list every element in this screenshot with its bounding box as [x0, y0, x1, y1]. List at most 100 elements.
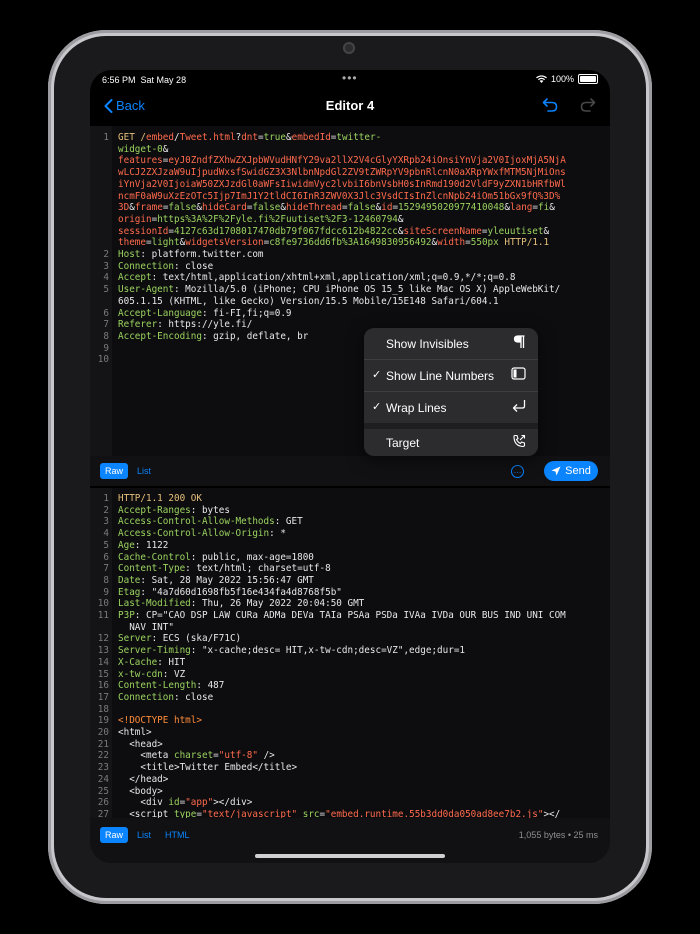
code-line: Server-Timing: "x-cache;desc= HIT,x-tw-c… [118, 645, 606, 657]
menu-check: ✓ [372, 369, 382, 381]
code-token: : HIT [157, 656, 186, 668]
code-line: Access-Control-Allow-Methods: GET [118, 516, 606, 528]
code-token: light [151, 237, 180, 249]
code-line: <!DOCTYPE html> [118, 715, 606, 727]
undo-icon[interactable] [542, 97, 558, 113]
send-label: Send [565, 465, 591, 477]
line-number: 15 [97, 668, 109, 680]
line-number: 5 [103, 284, 109, 296]
code-token: embed [146, 132, 174, 143]
tab-list[interactable]: List [132, 827, 156, 843]
screen: 6:56 PM Sat May 28 ••• 100% Back Editor … [90, 70, 610, 863]
code-line: P3P: CP="CAO DSP LAW CURa ADMa DEVa TAIa… [118, 610, 606, 622]
menu-item-show-invisibles[interactable]: Show Invisibles [364, 328, 538, 359]
code-line: features=eyJ0ZndfZXhwZXJpbWVudHNfY29va2l… [118, 155, 606, 167]
code-token: Accept-Ranges [118, 504, 191, 516]
line-number: 19 [97, 715, 109, 727]
tab-raw[interactable]: Raw [100, 827, 129, 843]
line-number: 26 [97, 797, 109, 809]
code-line: Host: platform.twitter.com [118, 249, 606, 261]
code-token: Accept-Encoding [118, 330, 202, 342]
code-line: Date: Sat, 28 May 2022 15:56:47 GMT [118, 575, 606, 587]
code-token: : VZ [162, 668, 186, 680]
code-token: : public, max-age=1800 [190, 551, 314, 563]
code-token: Cache-Control [118, 551, 191, 563]
code-token: <html> [118, 727, 152, 738]
line-number: 5 [103, 539, 109, 551]
code-token: HTTP/1.1 [498, 237, 550, 249]
code-line: Last-Modified: Thu, 26 May 2022 20:04:50… [118, 598, 606, 610]
response-info: 1,055 bytes • 25 ms [518, 830, 598, 840]
code-token: fi [538, 202, 550, 214]
line-number: 8 [103, 330, 109, 342]
code-line: 605.1.15 (KHTML, like Gecko) Version/15.… [118, 296, 606, 308]
menu-item-show-line-numbers[interactable]: ✓ Show Line Numbers [364, 360, 538, 391]
home-indicator[interactable] [255, 854, 445, 858]
code-token: iYnVja2V0IjoiaW50ZXJzdGl0aWFsIiwidmVyc2l… [118, 178, 566, 190]
code-line: NAV INT" [118, 622, 606, 634]
code-token: Tweet.html [179, 132, 236, 143]
menu-item-wrap-lines[interactable]: ✓ Wrap Lines [364, 392, 538, 423]
line-number: 6 [103, 307, 109, 319]
code-token: false [252, 202, 281, 214]
code-token: </head> [118, 773, 169, 785]
code-token: lang [510, 202, 533, 214]
tab-raw[interactable]: Raw [100, 463, 129, 479]
status-time: 6:56 PM Sat May 28 [102, 75, 187, 85]
line-number: 4 [103, 272, 109, 284]
line-number: 1 [103, 132, 109, 143]
code-token: : Mozilla/5.0 (iPhone; CPU iPhone OS 15_… [173, 284, 561, 296]
tab-html[interactable]: HTML [160, 827, 195, 843]
line-number: 2 [103, 249, 109, 260]
code-token: Referer [118, 319, 158, 331]
response-viewer[interactable]: 1 HTTP/1.1 200 OK 2 Accept-Ranges: bytes 3 Ac… [90, 488, 610, 820]
line-number: 17 [97, 691, 109, 703]
menu-item-target[interactable]: Target [364, 427, 538, 458]
battery-icon [578, 74, 598, 84]
code-token: : gzip, deflate, br [201, 330, 309, 342]
code-token: Server-Timing [118, 645, 191, 657]
line-number: 6 [103, 551, 109, 563]
code-line: Age: 1122 [118, 540, 606, 552]
code-token: 1529495020977410048 [398, 202, 505, 214]
code-token: User-Agent [118, 284, 174, 296]
sidebar-icon [511, 367, 526, 380]
menu-label: Show Invisibles [386, 337, 469, 351]
code-token: 3D [118, 202, 130, 214]
more-options-button[interactable]: … [511, 465, 524, 478]
code-line: X-Cache: HIT [118, 657, 606, 669]
code-token: siteScreenName [403, 225, 482, 237]
line-number: 3 [103, 260, 109, 272]
editor-options-menu: Show Invisibles ✓ Show Line Numbers ✓ Wr… [364, 328, 538, 456]
line-number: 22 [97, 750, 109, 762]
code-token: Etag [118, 586, 141, 598]
code-token: origin [118, 213, 152, 225]
paper-plane-icon [551, 466, 561, 476]
code-token: <div [118, 797, 169, 809]
code-token: : fi-FI,fi;q=0.9 [201, 307, 292, 319]
code-line: Cache-Control: public, max-age=1800 [118, 552, 606, 564]
line-number: 9 [103, 342, 109, 354]
code-token: /> [257, 750, 275, 762]
code-token: : 487 [196, 680, 225, 692]
code-line: <html> [118, 727, 606, 739]
menu-check: ✓ [372, 401, 382, 413]
line-number: 11 [97, 610, 109, 621]
code-token: https%3A%2F%2Fyle.fi%2Fuutiset%2F3-12460… [157, 213, 398, 225]
code-token: true [263, 132, 286, 143]
code-token: : GET [274, 516, 303, 528]
tab-list[interactable]: List [132, 463, 156, 479]
send-button[interactable]: Send [544, 461, 598, 481]
redo-icon[interactable] [580, 97, 596, 113]
code-line: HTTP/1.1 200 OK [118, 493, 606, 505]
code-token: & [549, 202, 555, 214]
code-token: 605.1.15 (KHTML, like Gecko) Version/15.… [118, 295, 499, 307]
line-number: 9 [103, 586, 109, 598]
code-line: <div id="app"></div> [118, 797, 606, 809]
code-token: charset [173, 750, 214, 762]
code-token: : "4a7d60d1698fb5f16e434fa4d8768f5b" [140, 586, 342, 598]
line-number: 2 [103, 504, 109, 516]
menu-label: Show Line Numbers [386, 369, 495, 383]
code-token: Access-Control-Allow-Origin [118, 528, 270, 540]
multitasking-dots[interactable]: ••• [342, 71, 358, 85]
